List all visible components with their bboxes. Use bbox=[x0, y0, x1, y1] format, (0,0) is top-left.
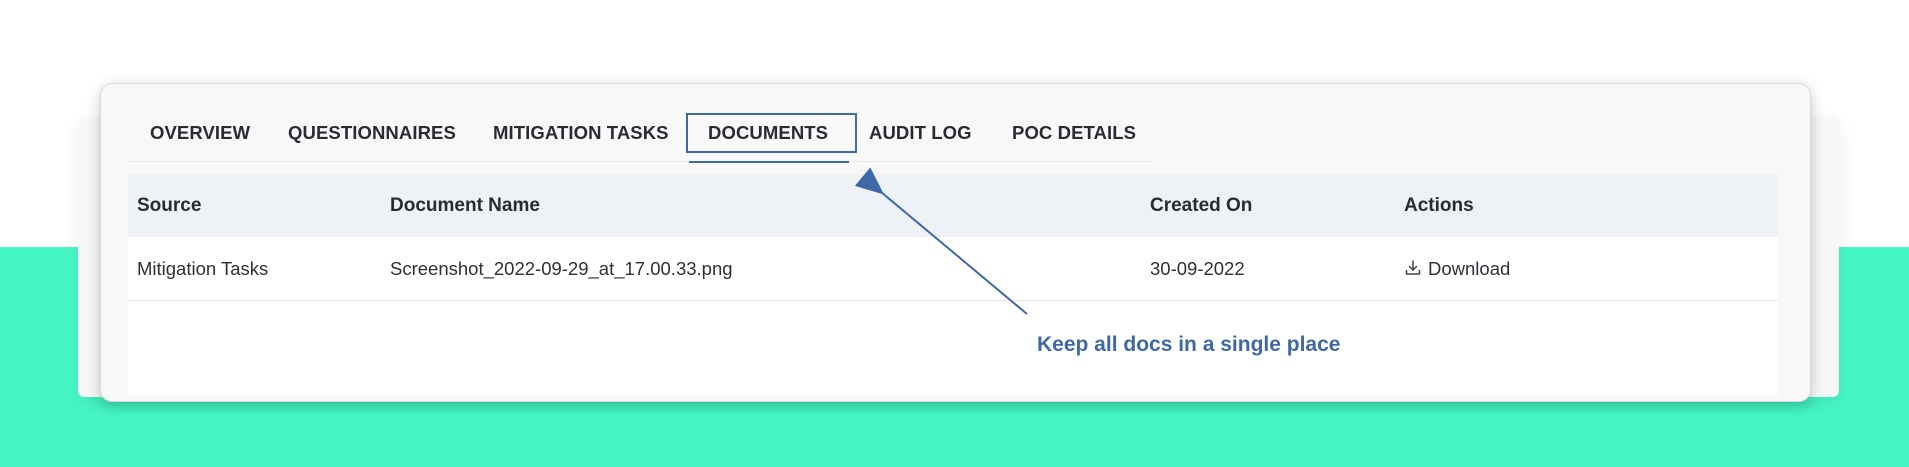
tab-questionnaires[interactable]: QUESTIONNAIRES bbox=[288, 112, 456, 154]
tab-overview[interactable]: OVERVIEW bbox=[150, 112, 250, 154]
tab-bar-divider bbox=[128, 161, 1153, 162]
tab-mitigation-tasks[interactable]: MITIGATION TASKS bbox=[493, 112, 669, 154]
row-source: Mitigation Tasks bbox=[137, 258, 269, 279]
active-tab-underline bbox=[689, 161, 849, 163]
column-header-created-on: Created On bbox=[1150, 195, 1253, 216]
tab-poc-details[interactable]: POC DETAILS bbox=[1012, 112, 1136, 154]
row-document-name: Screenshot_2022-09-29_at_17.00.33.png bbox=[390, 258, 733, 279]
download-icon bbox=[1404, 258, 1428, 279]
table-row: Mitigation Tasks Screenshot_2022-09-29_a… bbox=[128, 237, 1778, 301]
download-button[interactable]: Download bbox=[1404, 237, 1510, 301]
table-empty-area bbox=[128, 301, 1778, 395]
table-header: Source Document Name Created On Actions bbox=[128, 174, 1778, 237]
tab-documents[interactable]: DOCUMENTS bbox=[708, 112, 828, 154]
tab-audit-log[interactable]: AUDIT LOG bbox=[869, 112, 972, 154]
row-created-on: 30-09-2022 bbox=[1150, 258, 1245, 279]
tab-bar: OVERVIEW QUESTIONNAIRES MITIGATION TASKS… bbox=[128, 112, 1153, 164]
column-header-actions: Actions bbox=[1404, 195, 1474, 216]
column-header-document-name: Document Name bbox=[390, 195, 540, 216]
download-label: Download bbox=[1428, 258, 1511, 279]
annotation-callout: Keep all docs in a single place bbox=[1037, 333, 1341, 356]
column-header-source: Source bbox=[137, 195, 202, 216]
